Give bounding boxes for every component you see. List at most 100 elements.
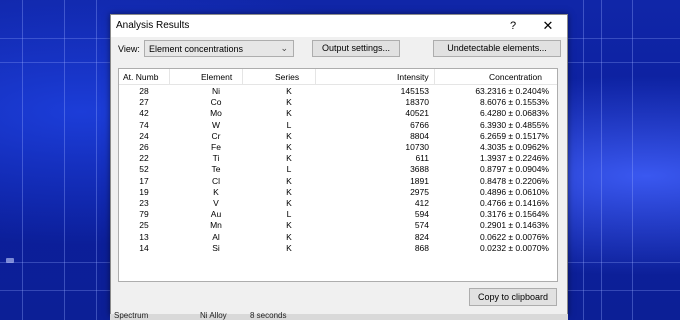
- cell-concentration: 0.4766 ± 0.1416%: [480, 198, 549, 208]
- cell-element: Al: [212, 231, 220, 242]
- cell-series: K: [286, 130, 292, 141]
- table-row[interactable]: 74 W L 6766 6.3930 ± 0.4855%: [119, 120, 557, 131]
- status-time: 8 seconds: [250, 311, 287, 320]
- cell-concentration: 63.2316 ± 0.2404%: [475, 86, 549, 96]
- cell-intensity: 10730: [405, 142, 429, 152]
- header-series[interactable]: Series: [275, 72, 299, 82]
- cell-intensity: 145153: [400, 86, 429, 96]
- chevron-down-icon: ⌄: [280, 43, 288, 53]
- cell-concentration: 0.0622 ± 0.0076%: [480, 231, 549, 242]
- cell-intensity: 1891: [410, 175, 429, 186]
- dialog-title: Analysis Results: [116, 20, 190, 31]
- cell-at-numb: 27: [139, 97, 149, 108]
- table-header: At. Numb Element Series Intensity Concen…: [119, 69, 557, 85]
- title-bar: Analysis Results ? ✕: [111, 15, 567, 37]
- header-concentration[interactable]: Concentration: [489, 72, 542, 82]
- cell-element: Mn: [210, 220, 222, 231]
- table-row[interactable]: 28 Ni K 145153 63.2316 ± 0.2404%: [119, 86, 557, 97]
- table-row[interactable]: 13 Al K 824 0.0622 ± 0.0076%: [119, 232, 557, 243]
- cell-concentration: 4.3035 ± 0.0962%: [480, 142, 549, 152]
- cell-series: K: [286, 198, 292, 208]
- table-row[interactable]: 25 Mn K 574 0.2901 ± 0.1463%: [119, 220, 557, 231]
- cell-concentration: 6.2659 ± 0.1517%: [480, 130, 549, 141]
- cell-element: Cl: [211, 175, 221, 186]
- cell-at-numb: 24: [139, 130, 149, 141]
- copy-to-clipboard-button[interactable]: Copy to clipboard: [469, 288, 557, 306]
- table-row[interactable]: 17 Cl K 1891 0.8478 ± 0.2206%: [119, 176, 557, 187]
- cell-at-numb: 17: [139, 175, 149, 186]
- undetectable-elements-button[interactable]: Undetectable elements...: [433, 40, 561, 57]
- results-table[interactable]: At. Numb Element Series Intensity Concen…: [118, 68, 558, 282]
- status-spectrum: Spectrum: [114, 311, 149, 320]
- background-grid-line: [632, 0, 633, 320]
- cell-at-numb: 25: [139, 220, 149, 231]
- header-separator: [242, 69, 243, 84]
- view-select-value: Element concentrations: [149, 44, 244, 54]
- background-grid-line: [22, 0, 23, 320]
- header-intensity[interactable]: Intensity: [397, 72, 429, 82]
- cell-at-numb: 19: [139, 186, 149, 197]
- cell-series: K: [286, 97, 292, 108]
- header-element[interactable]: Element: [201, 72, 232, 82]
- cell-intensity: 2975: [410, 186, 429, 197]
- cell-concentration: 8.6076 ± 0.1553%: [480, 97, 549, 108]
- cell-concentration: 6.3930 ± 0.4855%: [480, 119, 549, 130]
- cell-concentration: 0.4896 ± 0.0610%: [480, 186, 549, 197]
- cell-concentration: 0.8797 ± 0.0904%: [480, 164, 549, 175]
- cell-series: K: [286, 108, 292, 119]
- table-row[interactable]: 27 Co K 18370 8.6076 ± 0.1553%: [119, 97, 557, 108]
- cell-series: K: [286, 153, 292, 164]
- table-row[interactable]: 22 Ti K 611 1.3937 ± 0.2246%: [119, 153, 557, 164]
- analysis-results-dialog: Analysis Results ? ✕ View: Element conce…: [110, 14, 568, 316]
- cell-element: Fe: [211, 142, 221, 152]
- cell-series: K: [286, 142, 292, 152]
- cell-intensity: 868: [414, 242, 429, 253]
- cell-intensity: 594: [414, 209, 429, 220]
- cell-element: Mo: [210, 108, 222, 119]
- cell-concentration: 0.0232 ± 0.0070%: [480, 242, 549, 253]
- cell-series: K: [286, 220, 292, 231]
- cell-at-numb: 52: [139, 164, 149, 175]
- cell-intensity: 824: [414, 231, 429, 242]
- background-grid-line: [64, 0, 65, 320]
- cell-concentration: 6.4280 ± 0.0683%: [480, 108, 549, 119]
- table-row[interactable]: 52 Te L 3688 0.8797 ± 0.0904%: [119, 164, 557, 175]
- cell-series: K: [286, 186, 292, 197]
- output-settings-button[interactable]: Output settings...: [312, 40, 400, 57]
- close-button[interactable]: ✕: [537, 17, 559, 35]
- cell-concentration: 0.2901 ± 0.1463%: [480, 220, 549, 231]
- cell-at-numb: 74: [139, 119, 149, 130]
- cell-series: K: [286, 86, 292, 96]
- view-select[interactable]: Element concentrations ⌄: [144, 40, 294, 57]
- cell-element: Cr: [211, 130, 221, 141]
- cell-concentration: 0.3176 ± 0.1564%: [480, 209, 549, 220]
- cell-concentration: 0.8478 ± 0.2206%: [480, 175, 549, 186]
- cell-series: L: [286, 119, 292, 130]
- help-button[interactable]: ?: [503, 17, 523, 35]
- cell-at-numb: 22: [139, 153, 149, 164]
- view-label: View:: [118, 44, 140, 54]
- cell-series: L: [286, 164, 292, 175]
- cell-series: K: [286, 242, 292, 253]
- background-marker: [6, 258, 14, 263]
- cell-element: Au: [210, 209, 222, 220]
- table-row[interactable]: 24 Cr K 8804 6.2659 ± 0.1517%: [119, 131, 557, 142]
- status-bar: Spectrum Ni Alloy 8 seconds: [110, 311, 568, 320]
- table-row[interactable]: 19 K K 2975 0.4896 ± 0.0610%: [119, 187, 557, 198]
- header-at-numb[interactable]: At. Numb: [123, 72, 158, 82]
- table-row[interactable]: 26 Fe K 10730 4.3035 ± 0.0962%: [119, 142, 557, 153]
- cell-intensity: 611: [415, 153, 429, 164]
- cell-intensity: 412: [414, 198, 429, 208]
- cell-element: V: [213, 198, 219, 208]
- header-separator: [315, 69, 316, 84]
- cell-element: W: [211, 119, 221, 130]
- table-row[interactable]: 23 V K 412 0.4766 ± 0.1416%: [119, 198, 557, 209]
- table-row[interactable]: 14 Si K 868 0.0232 ± 0.0070%: [119, 243, 557, 254]
- cell-at-numb: 26: [139, 142, 149, 152]
- cell-at-numb: 79: [139, 209, 149, 220]
- table-row[interactable]: 79 Au L 594 0.3176 ± 0.1564%: [119, 209, 557, 220]
- table-row[interactable]: 42 Mo K 40521 6.4280 ± 0.0683%: [119, 108, 557, 119]
- cell-element: Si: [212, 242, 220, 253]
- cell-element: Co: [210, 97, 222, 108]
- cell-element: K: [213, 186, 219, 197]
